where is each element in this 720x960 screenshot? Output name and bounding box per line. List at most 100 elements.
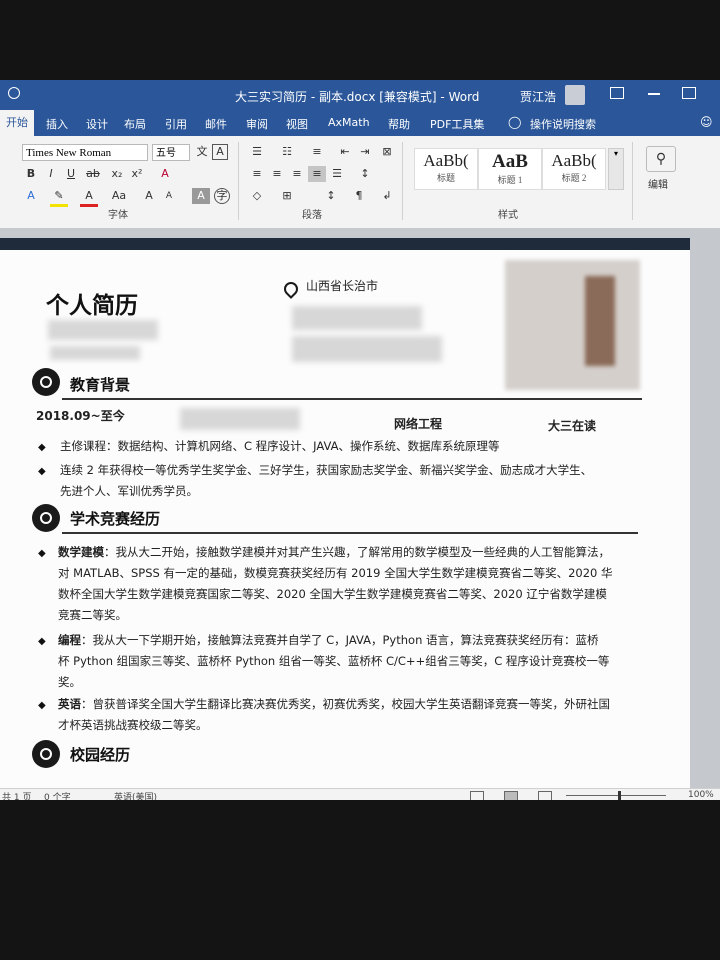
bullet: ◆ <box>38 636 46 647</box>
read-mode-icon[interactable] <box>470 791 484 800</box>
distributed-icon[interactable]: ☰ <box>328 166 346 182</box>
font-size-combo[interactable]: 五号 <box>152 144 190 161</box>
character-shading-icon[interactable]: A <box>192 188 210 204</box>
phonetic-guide-icon[interactable]: 文 <box>193 144 211 160</box>
tab-mailings[interactable]: 邮件 <box>205 116 227 132</box>
underline-icon[interactable]: U <box>62 166 80 182</box>
zoom-slider-thumb[interactable] <box>618 791 621 800</box>
competition-item: 编程：我从大一下学期开始，接触算法竞赛并自学了 C，JAVA，Python 语言… <box>58 630 599 651</box>
shading-icon[interactable]: ◇ <box>248 188 266 204</box>
align-center-icon[interactable]: ≡ <box>268 166 286 182</box>
asian-typography-icon[interactable]: ↲ <box>378 188 396 204</box>
section-title-education: 教育背景 <box>70 376 131 394</box>
styles-scroll-icon[interactable]: ▾ <box>608 148 624 190</box>
restore-icon[interactable] <box>682 87 696 99</box>
grow-font-icon[interactable]: A <box>140 188 158 204</box>
decrease-indent-icon[interactable]: ⇤ <box>336 144 354 160</box>
justify-icon[interactable]: ≡ <box>308 166 326 182</box>
competition-text: 杯 Python 组国家三等奖、蓝桥杯 Python 组省一等奖、蓝桥杯 C/C… <box>58 654 610 668</box>
superscript-icon[interactable]: x² <box>128 166 146 182</box>
page-header-bar <box>0 238 690 250</box>
style-heading-2[interactable]: AaBb( 标题 2 <box>542 148 606 190</box>
competition-text: 奖。 <box>58 675 81 689</box>
find-icon[interactable]: ⚲ <box>646 146 676 172</box>
redacted-school <box>180 408 300 430</box>
tab-view[interactable]: 视图 <box>286 116 308 132</box>
style-title[interactable]: AaBb( 标题 <box>414 148 478 190</box>
word-count[interactable]: 0 个字 <box>44 790 71 800</box>
monitor-screen: 大三实习简历 - 副本.docx [兼容模式] - Word 贾江浩 开始 插入… <box>0 80 720 800</box>
text-effects-icon[interactable]: A <box>22 188 40 204</box>
competition-text: ：我从大二开始，接触数学建模并对其产生兴趣，了解常用的数学模型及一些经典的人工智… <box>104 545 610 559</box>
highlight-icon[interactable]: ✎ <box>50 188 68 207</box>
font-group-label: 字体 <box>108 210 128 221</box>
tab-pdf-tools[interactable]: PDF工具集 <box>430 116 484 132</box>
print-layout-icon[interactable] <box>504 791 518 800</box>
numbering-icon[interactable]: ☷ <box>278 144 296 160</box>
style-sample: AaBb( <box>423 151 469 170</box>
language-indicator[interactable]: 英语(美国) <box>114 790 157 800</box>
align-right-icon[interactable]: ≡ <box>288 166 306 182</box>
tell-me-search[interactable]: 操作说明搜索 <box>530 116 596 132</box>
enclose-characters-icon[interactable]: 字 <box>214 188 230 204</box>
change-case-icon[interactable]: Aa <box>110 188 128 204</box>
tab-review[interactable]: 审阅 <box>246 116 268 132</box>
shrink-font-icon[interactable]: A <box>160 188 178 204</box>
document-area: 个人简历 山西省长治市 教育背景 2018.09~至今 网络工程 大三在读 ◆ … <box>0 228 720 788</box>
style-sample: AaB <box>492 151 528 172</box>
line-spacing-icon[interactable]: ↕ <box>356 166 374 182</box>
font-name-combo[interactable]: Times New Roman <box>22 144 148 161</box>
tab-references[interactable]: 引用 <box>165 116 187 132</box>
section-rule <box>62 398 642 400</box>
photo-detail <box>585 276 615 366</box>
autosave-icon[interactable] <box>8 87 20 99</box>
italic-icon[interactable]: I <box>42 166 60 182</box>
borders-icon[interactable]: ⊞ <box>278 188 296 204</box>
font-color-icon[interactable]: A <box>80 188 98 207</box>
competition-text: 才杯英语挑战赛校级二等奖。 <box>58 718 208 732</box>
style-sample: AaBb( <box>551 151 597 170</box>
tab-home[interactable]: 开始 <box>0 110 34 136</box>
zoom-slider[interactable] <box>566 795 666 796</box>
web-layout-icon[interactable] <box>538 791 552 800</box>
sort-icon[interactable]: ↕ <box>322 188 340 204</box>
profile-photo <box>505 260 640 390</box>
tab-layout[interactable]: 布局 <box>124 116 146 132</box>
education-major: 网络工程 <box>394 417 443 431</box>
strikethrough-icon[interactable]: ab <box>84 166 102 182</box>
tab-help[interactable]: 帮助 <box>388 116 410 132</box>
style-heading-1[interactable]: AaB 标题 1 <box>478 148 542 190</box>
group-divider <box>238 142 239 220</box>
tab-design[interactable]: 设计 <box>86 116 108 132</box>
align-left-icon[interactable]: ≡ <box>248 166 266 182</box>
subscript-icon[interactable]: x₂ <box>108 166 126 182</box>
location-text: 山西省长治市 <box>306 279 379 293</box>
bullet: ◆ <box>38 700 46 711</box>
bullets-icon[interactable]: ☰ <box>248 144 266 160</box>
competition-text: ：曾获普译奖全国大学生翻译比赛决赛优秀奖，初赛优秀奖，校园大学生英语翻译竞赛一等… <box>81 697 610 711</box>
style-name: 标题 2 <box>561 173 587 183</box>
redacted-text <box>48 320 158 340</box>
window-title: 大三实习简历 - 副本.docx [兼容模式] - Word <box>235 90 480 104</box>
bold-icon[interactable]: B <box>22 166 40 182</box>
tab-axmath[interactable]: AxMath <box>328 116 370 129</box>
character-border-icon[interactable]: A <box>212 144 228 160</box>
share-icon[interactable]: ☺ <box>700 115 713 129</box>
section-title-competitions: 学术竞赛经历 <box>70 510 161 528</box>
education-status: 大三在读 <box>548 419 597 433</box>
multilevel-list-icon[interactable]: ≡ <box>308 144 326 160</box>
page-count[interactable]: 共 1 页 <box>2 790 31 800</box>
increase-indent-icon[interactable]: ⇥ <box>356 144 374 160</box>
resume-title: 个人简历 <box>46 293 138 319</box>
clear-formatting-icon[interactable]: A <box>156 166 174 182</box>
avatar[interactable] <box>565 85 585 105</box>
tab-insert[interactable]: 插入 <box>46 116 68 132</box>
show-marks-icon[interactable]: ¶ <box>350 188 368 204</box>
editing-label[interactable]: 编辑 <box>648 176 668 191</box>
minimize-icon[interactable] <box>648 93 660 95</box>
user-name[interactable]: 贾江浩 <box>520 88 556 105</box>
chinese-layout-icon[interactable]: ⊠ <box>378 144 396 160</box>
ribbon-display-icon[interactable] <box>610 87 624 99</box>
bullet: ◆ <box>38 466 46 477</box>
zoom-level[interactable]: 100% <box>688 790 714 800</box>
